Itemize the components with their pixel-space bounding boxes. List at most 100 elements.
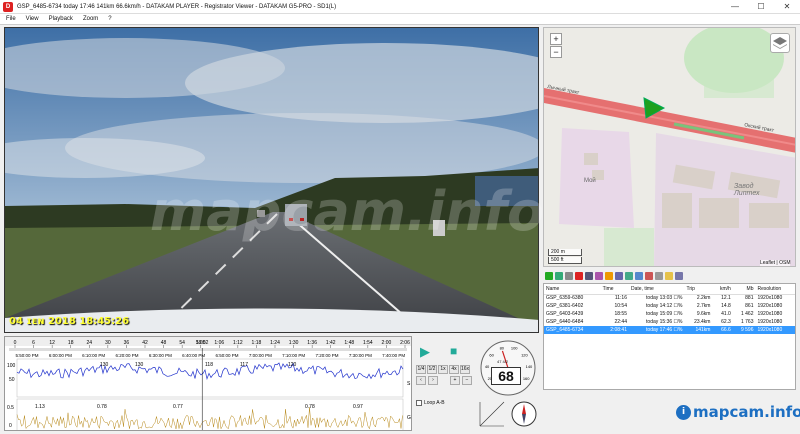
next-frame-icon[interactable]: › <box>428 376 438 385</box>
col-time[interactable]: Time <box>600 284 629 295</box>
ruler-label: 42 <box>142 340 148 346</box>
loop-checkbox[interactable] <box>416 400 422 406</box>
scrub-track <box>9 348 407 351</box>
cell-name: GSP_6381-6402 <box>546 303 584 309</box>
info-logo-icon: i <box>676 404 691 420</box>
clock-label: 7:00:00 PM <box>249 353 272 358</box>
cell-time: 11:16 <box>614 295 627 302</box>
ruler-label: 1:48 <box>344 340 354 346</box>
speed-4x[interactable]: 4x <box>449 365 459 374</box>
app-icon: D <box>3 1 13 12</box>
ruler-label: 1:36 <box>307 340 317 346</box>
cell-resolution: 1920x1080 <box>757 311 783 317</box>
cell-trip: 2.2km <box>696 295 711 302</box>
info-icon[interactable] <box>655 272 663 280</box>
refresh-icon[interactable] <box>555 272 563 280</box>
speed-peak-label: 117 <box>240 362 248 368</box>
table-row[interactable]: GSP_6359-6380 11:16 today 13:03 ☐% 2.2km… <box>544 294 795 302</box>
menu-file[interactable]: File <box>6 16 16 22</box>
gauge-tick-label: 80 <box>500 345 505 350</box>
delete-icon[interactable] <box>575 272 583 280</box>
table-row[interactable]: GSP_6381-6402 10:54 today 14:12 ☐% 2.7km… <box>544 302 795 310</box>
ruler-label: 12 <box>49 340 55 346</box>
zoom-out-button[interactable]: − <box>550 46 562 58</box>
speed-quarter[interactable]: 1/4 <box>416 365 426 374</box>
cell-datetime: today 17:46 ☐% <box>628 326 685 334</box>
cell-time: 22:44 <box>614 319 627 325</box>
map-tiles <box>544 28 795 266</box>
zoom-in-button[interactable]: + <box>550 33 562 45</box>
col-name[interactable]: Name <box>544 284 601 295</box>
record-icon[interactable] <box>645 272 653 280</box>
menu-help[interactable]: ? <box>108 16 111 22</box>
brand-text: mapcam.info <box>693 403 800 421</box>
menu-zoom[interactable]: Zoom <box>83 16 98 22</box>
ruler-label: 1:54 <box>363 340 373 346</box>
title-bar: D GSP_6485-6734 today 17:46 141km 66.6km… <box>0 0 800 14</box>
clock-label: 6:10:00 PM <box>82 353 105 358</box>
zoom-in-timeline-icon[interactable]: + <box>450 376 460 385</box>
map-view[interactable]: Лычный тракт Окский тракт Мой Завод Липт… <box>543 27 796 267</box>
cell-time: 2:08:41 <box>600 326 629 334</box>
gauge-tick-label: 140 <box>526 364 533 369</box>
g-peak-label: 1.13 <box>35 404 45 410</box>
stop-button[interactable]: ■ <box>450 344 457 358</box>
speed-1x[interactable]: 1x <box>438 365 448 374</box>
g-axis-label: 0.5 <box>7 405 14 411</box>
play-button[interactable]: ▶ <box>420 344 430 360</box>
add-icon[interactable] <box>545 272 553 280</box>
speed-half[interactable]: 1/2 <box>427 365 437 374</box>
clock-label: 6:20:00 PM <box>115 353 138 358</box>
close-button[interactable]: ✕ <box>774 2 800 11</box>
loop-label: Loop A-B <box>424 400 445 406</box>
ruler-label: 18 <box>68 340 74 346</box>
col-speed[interactable]: km/h <box>712 284 733 295</box>
export-icon[interactable] <box>595 272 603 280</box>
col-resolution[interactable]: Resolution <box>755 284 795 295</box>
maximize-button[interactable]: ☐ <box>748 2 774 11</box>
menu-playback[interactable]: Playback <box>49 16 73 22</box>
map-icon[interactable] <box>625 272 633 280</box>
speed-peak-label: 118 <box>205 362 213 368</box>
speed-readout: 68 <box>491 367 521 385</box>
table-row[interactable]: GSP_6440-6484 22:44 today 15:36 ☐% 23.4k… <box>544 318 795 326</box>
col-size[interactable]: Mb <box>732 284 756 295</box>
layers-icon[interactable] <box>770 33 790 53</box>
menu-view[interactable]: View <box>26 16 39 22</box>
ruler-label: 2:06 <box>400 340 410 346</box>
zoom-out-timeline-icon[interactable]: − <box>462 376 472 385</box>
timeline-panel[interactable]: 0 6 12 18 24 30 36 42 48 54 1:00 1:06 1:12 1:18 1:24 1:… <box>4 336 412 431</box>
map-area-label: Мой <box>584 178 596 184</box>
cell-size: 1 763 <box>740 319 754 325</box>
move-icon[interactable] <box>605 272 613 280</box>
cell-size: 881 <box>745 295 754 302</box>
copy-icon[interactable] <box>565 272 573 280</box>
col-trip[interactable]: Trip <box>684 284 713 295</box>
file-list[interactable]: Name Time Date, time Trip km/h Mb Resolu… <box>543 283 796 390</box>
speed-peak-label: 130 <box>135 362 144 368</box>
clock-label: 6:40:00 PM <box>182 353 205 358</box>
brand-logo[interactable]: i mapcam.info <box>676 403 800 421</box>
ruler-label: 36 <box>124 340 130 346</box>
window-icon[interactable] <box>675 272 683 280</box>
table-row[interactable]: GSP_6403-6439 18:55 today 15:09 ☐% 9.6km… <box>544 310 795 318</box>
clock-label: 6:00:00 PM <box>49 353 72 358</box>
minimize-button[interactable]: — <box>722 2 748 11</box>
folder-icon[interactable] <box>665 272 673 280</box>
cursor-time: 59:52 <box>196 340 209 346</box>
join-icon[interactable] <box>615 272 623 280</box>
speed-16x[interactable]: 16x <box>460 365 470 374</box>
settings-icon[interactable] <box>635 272 643 280</box>
timeline-graph: 0 6 12 18 24 30 36 42 48 54 1:00 1:06 1:12 1:18 1:24 1:… <box>5 337 411 430</box>
col-datetime[interactable]: Date, time <box>628 284 685 295</box>
map-attribution[interactable]: Leaflet | OSM <box>760 260 791 266</box>
ruler-label: 1:18 <box>252 340 262 346</box>
cell-speed: 12.1 <box>721 295 731 302</box>
clock-label: 7:30:00 PM <box>349 353 372 358</box>
cell-name: GSP_6440-6484 <box>546 319 584 325</box>
table-row-selected[interactable]: GSP_6485-6734 2:08:41 today 17:46 ☐% 141… <box>544 326 795 334</box>
save-icon[interactable] <box>585 272 593 280</box>
prev-frame-icon[interactable]: ‹ <box>416 376 426 385</box>
ruler-label: 24 <box>87 340 93 346</box>
speed-tag: S <box>407 381 411 387</box>
